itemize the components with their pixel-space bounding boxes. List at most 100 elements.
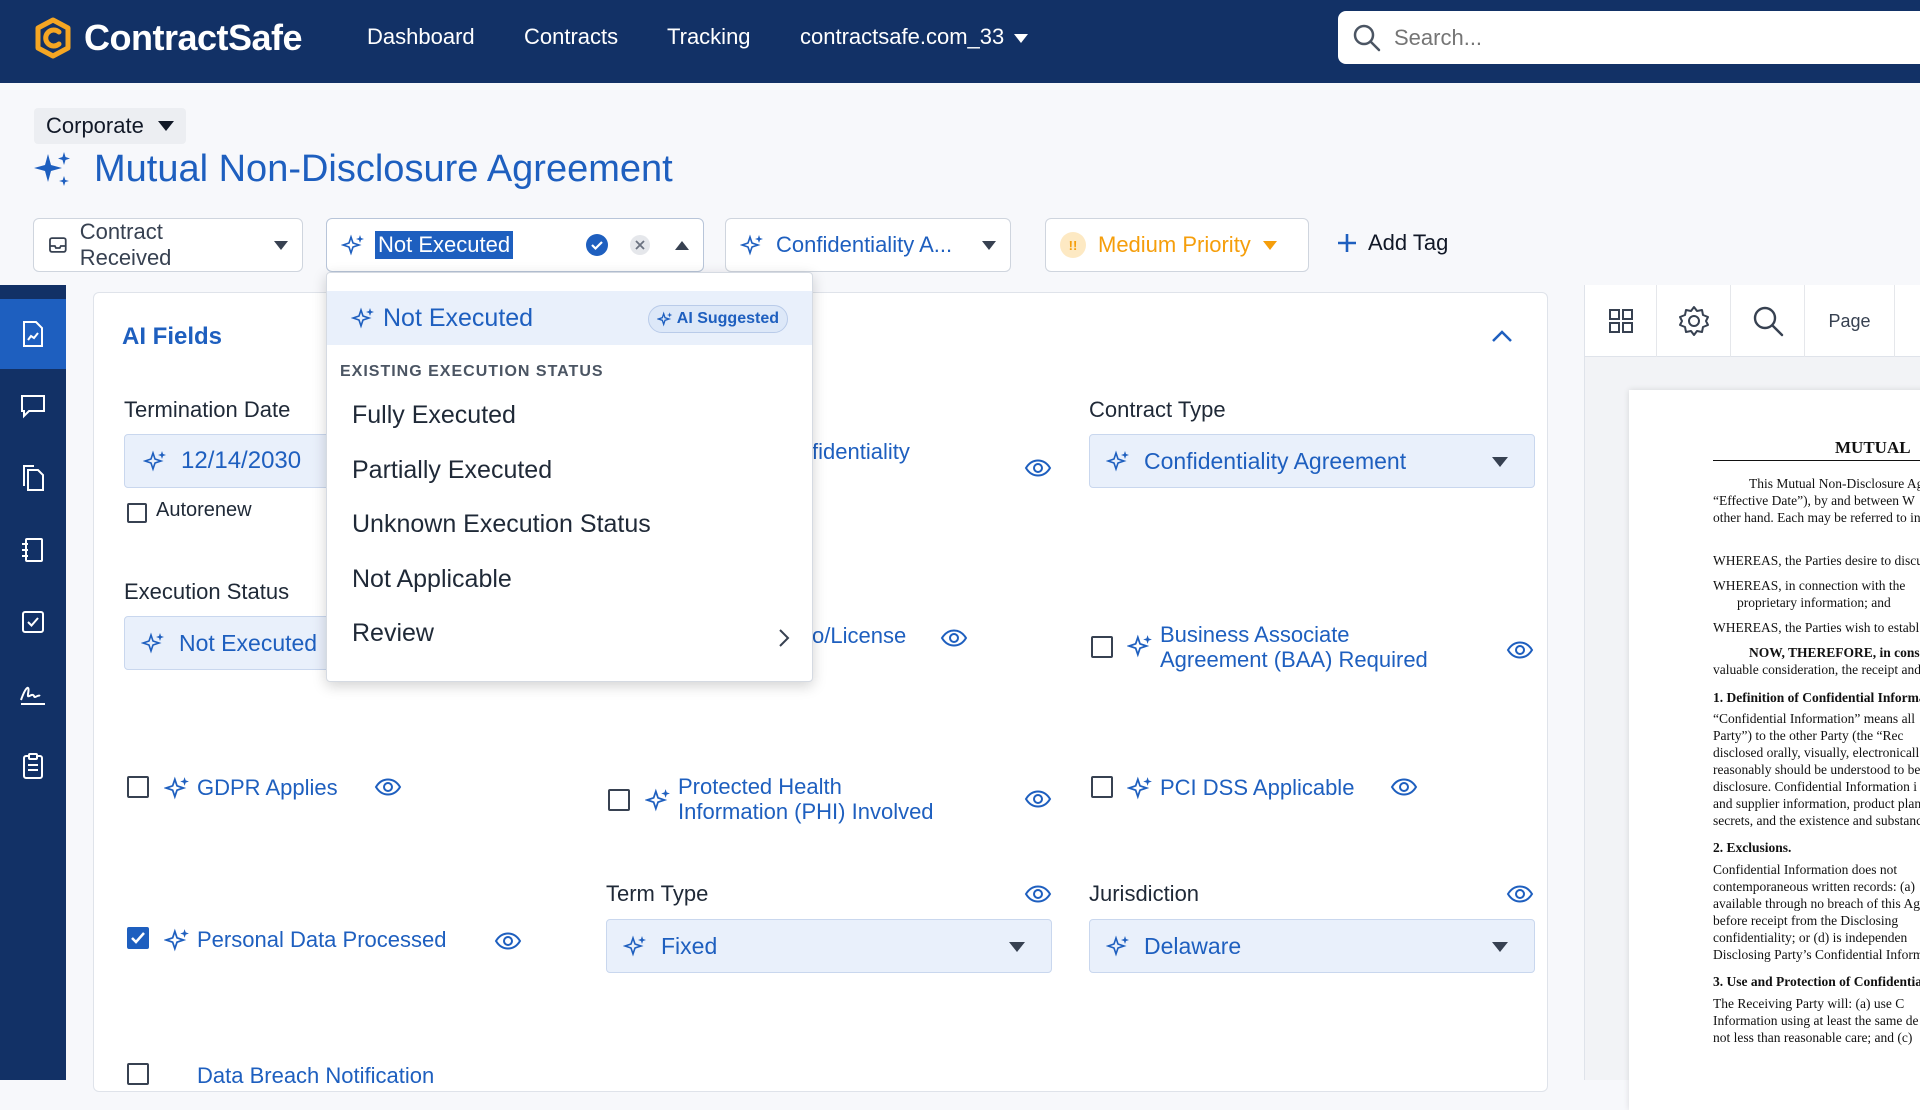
- eye-icon[interactable]: [1024, 787, 1052, 811]
- caret-down-icon: [274, 240, 288, 250]
- eye-icon[interactable]: [494, 929, 522, 953]
- sidebar-item-comments[interactable]: [0, 371, 66, 441]
- ai-sparkle-icon: [164, 776, 189, 800]
- eye-icon[interactable]: [1390, 775, 1418, 799]
- eye-icon[interactable]: [1024, 456, 1052, 480]
- execution-status-field-value: Not Executed: [179, 629, 318, 656]
- logo-text: ContractSafe: [84, 17, 303, 58]
- personal-data-checkbox[interactable]: [127, 927, 149, 949]
- eye-icon[interactable]: [374, 775, 402, 799]
- execution-status-input[interactable]: Not Executed: [375, 231, 514, 259]
- eye-icon[interactable]: [1506, 882, 1534, 906]
- grid-view-button[interactable]: [1585, 285, 1657, 357]
- doc-line: valuable consideration, the receipt and: [1713, 662, 1920, 677]
- eye-icon[interactable]: [940, 626, 968, 650]
- ai-sparkle-icon: [341, 234, 364, 256]
- doc-line: other hand. Each may be referred to in: [1713, 510, 1920, 525]
- baa-label[interactable]: Business Associate Agreement (BAA) Requi…: [1160, 622, 1428, 672]
- nav-account-menu[interactable]: contractsafe.com_33: [800, 24, 1029, 50]
- dropdown-option-review[interactable]: Review: [352, 619, 434, 648]
- phi-label-line2: Information (PHI) Involved: [678, 799, 934, 824]
- license-field-label[interactable]: o/License: [812, 623, 906, 648]
- jurisdiction-select[interactable]: Delaware: [1089, 919, 1535, 973]
- caret-down-icon: [1262, 240, 1277, 250]
- caret-up-icon[interactable]: [675, 240, 689, 250]
- doc-line: Confidential Information does not: [1713, 862, 1898, 877]
- search-icon: [1753, 306, 1783, 337]
- add-tag-button[interactable]: Add Tag: [1336, 230, 1448, 256]
- page-label: Page: [1805, 285, 1895, 357]
- baa-label-line1: Business Associate: [1160, 622, 1350, 647]
- doc-line: WHEREAS, the Parties desire to discu: [1713, 553, 1920, 568]
- search-input[interactable]: [1394, 24, 1794, 51]
- doc-heading: MUTUAL: [1835, 438, 1911, 457]
- notebook-icon: [22, 538, 43, 562]
- search-box[interactable]: [1338, 11, 1920, 64]
- dropdown-option[interactable]: Fully Executed: [352, 401, 516, 430]
- viewer-search-button[interactable]: [1731, 285, 1805, 357]
- confirm-check-icon[interactable]: [585, 233, 609, 257]
- sidebar-item-signature[interactable]: [0, 659, 66, 729]
- doc-line: WHEREAS, in connection with the: [1713, 578, 1906, 593]
- contract-type-label: Contract Type: [1089, 397, 1226, 422]
- checkbox-task-icon: [22, 611, 44, 633]
- pci-checkbox[interactable]: [1091, 776, 1113, 798]
- ai-suggested-badge: AI Suggested: [647, 305, 788, 333]
- ai-sparkle-icon: [1127, 776, 1152, 800]
- ai-sparkle-icon: [1106, 450, 1129, 472]
- doc-line: “Confidential Information” means all: [1713, 711, 1916, 726]
- nav-contracts[interactable]: Contracts: [524, 24, 618, 50]
- baa-checkbox[interactable]: [1091, 636, 1113, 658]
- dropdown-option[interactable]: Not Applicable: [352, 565, 512, 594]
- contract-type-select[interactable]: Confidentiality Agreement: [1089, 434, 1535, 488]
- ai-sparkle-icon: [656, 311, 673, 327]
- nav-dashboard[interactable]: Dashboard: [367, 24, 475, 50]
- execution-status-dropdown[interactable]: Not Executed: [326, 218, 704, 272]
- phi-checkbox[interactable]: [608, 789, 630, 811]
- gdpr-label[interactable]: GDPR Applies: [197, 775, 338, 800]
- personal-data-label[interactable]: Personal Data Processed: [197, 927, 446, 952]
- dropdown-option[interactable]: Unknown Execution Status: [352, 510, 651, 539]
- account-name: contractsafe.com_33: [800, 24, 1005, 49]
- doc-line: disclosed orally, visually, electronical…: [1713, 745, 1920, 760]
- logo[interactable]: ContractSafe: [32, 17, 303, 59]
- pci-label[interactable]: PCI DSS Applicable: [1160, 775, 1354, 800]
- gdpr-checkbox[interactable]: [127, 776, 149, 798]
- suggested-option-label: Not Executed: [383, 303, 534, 332]
- doc-line: secrets, and the existence and substanc: [1713, 813, 1920, 828]
- term-type-select[interactable]: Fixed: [606, 919, 1052, 973]
- nav-tracking[interactable]: Tracking: [667, 24, 751, 50]
- files-icon: [23, 465, 44, 491]
- ai-sparkle-icon: [740, 234, 763, 256]
- folder-selector[interactable]: Corporate: [34, 108, 186, 144]
- checkmark-icon: [131, 932, 145, 944]
- sidebar-item-clipboard[interactable]: [0, 731, 66, 801]
- sidebar-item-notebook[interactable]: [0, 515, 66, 585]
- stage-dropdown[interactable]: Contract Received: [33, 218, 303, 272]
- chevron-up-icon[interactable]: [1491, 329, 1513, 343]
- eye-icon[interactable]: [1506, 638, 1534, 662]
- document-chart-icon: [23, 321, 43, 347]
- contract-type-pill[interactable]: Confidentiality A...: [725, 218, 1011, 272]
- phi-label-line1: Protected Health: [678, 774, 842, 799]
- doc-line: contemporaneous written records: (a): [1713, 879, 1916, 894]
- ai-sparkle-icon: [1106, 935, 1129, 957]
- sidebar-item-files[interactable]: [0, 443, 66, 513]
- comment-icon: [21, 395, 45, 419]
- settings-button[interactable]: [1657, 285, 1731, 357]
- dropdown-option-suggested[interactable]: Not Executed AI Suggested: [327, 291, 812, 345]
- sidebar-item-document[interactable]: [0, 299, 66, 369]
- data-breach-checkbox[interactable]: [127, 1063, 149, 1085]
- eye-icon[interactable]: [1024, 882, 1052, 906]
- phi-label[interactable]: Protected Health Information (PHI) Invol…: [678, 774, 934, 824]
- sidebar-item-tasks[interactable]: [0, 587, 66, 657]
- execution-status-label: Execution Status: [124, 579, 290, 604]
- confidentiality-field-label[interactable]: fidentiality: [812, 439, 910, 464]
- plus-icon: [1338, 234, 1356, 252]
- clear-icon[interactable]: [629, 234, 651, 256]
- priority-dropdown[interactable]: !! Medium Priority: [1045, 218, 1309, 272]
- dropdown-option[interactable]: Partially Executed: [352, 456, 552, 485]
- autorenew-checkbox[interactable]: [127, 503, 147, 523]
- ai-sparkle-icon: [1127, 634, 1152, 658]
- data-breach-label[interactable]: Data Breach Notification: [197, 1063, 434, 1088]
